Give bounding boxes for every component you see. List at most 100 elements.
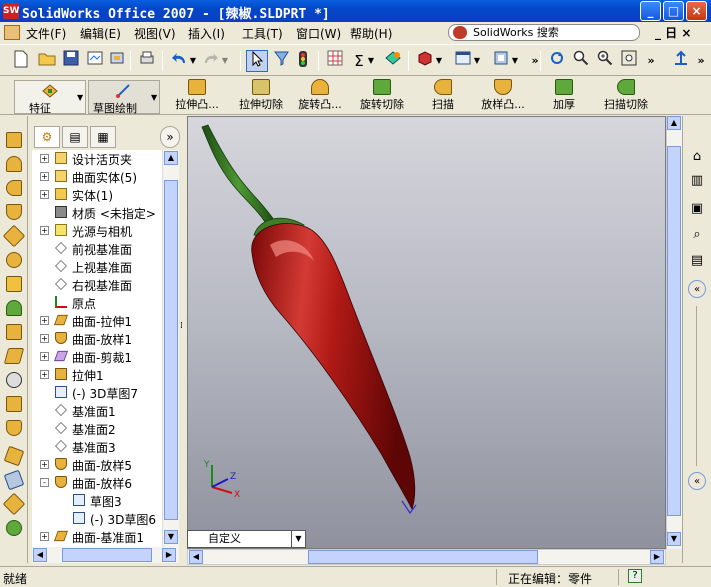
menu-insert[interactable]: 插入(I) <box>188 25 225 42</box>
menu-view[interactable]: 视图(V) <box>134 25 176 42</box>
tree-node[interactable]: (-) 3D草图6 <box>32 510 162 528</box>
solidworks-menu-icon[interactable] <box>4 25 20 40</box>
home-icon[interactable]: ⌂ <box>688 148 706 166</box>
featuremanager-tab[interactable]: ⚙ <box>34 126 60 148</box>
extruded-cut-button[interactable]: 拉伸切除 <box>232 79 290 112</box>
configurationmanager-tab[interactable]: ▦ <box>90 126 116 148</box>
rotate-view-icon[interactable] <box>546 50 568 72</box>
tree-node[interactable]: 右视基准面 <box>32 276 162 294</box>
close-button[interactable]: × <box>686 1 707 21</box>
swept-cut-button[interactable]: 扫描切除 <box>598 79 654 112</box>
file-explorer-icon[interactable]: ▣ <box>688 200 706 218</box>
open-folder-icon[interactable] <box>36 50 58 72</box>
redo-dropdown-icon[interactable]: ▼ <box>220 50 230 72</box>
scroll-down-icon[interactable]: ▼ <box>164 530 178 544</box>
toolbar-overflow-icon[interactable]: » <box>690 50 711 72</box>
expand-node-icon[interactable]: + <box>40 460 49 469</box>
dome-icon[interactable] <box>6 396 22 412</box>
scroll-right-icon[interactable]: ▶ <box>162 548 176 562</box>
view-orientation-icon[interactable] <box>452 50 474 72</box>
chamfer-icon[interactable] <box>6 252 22 268</box>
expand-node-icon[interactable]: + <box>40 154 49 163</box>
loft-side-icon[interactable] <box>6 204 22 220</box>
shape-icon[interactable] <box>6 420 22 436</box>
tree-node[interactable]: + 曲面-放样1 <box>32 330 162 348</box>
tree-node[interactable]: + 实体(1) <box>32 186 162 204</box>
menu-file[interactable]: 文件(F) <box>26 25 66 42</box>
redo-icon[interactable] <box>200 50 222 72</box>
hscroll-right-icon[interactable]: ▶ <box>650 550 664 564</box>
make-drawing-icon[interactable] <box>84 50 106 72</box>
expand-node-icon[interactable]: + <box>40 190 49 199</box>
sum-dropdown-icon[interactable]: ▼ <box>366 50 376 72</box>
linear-pattern-icon[interactable] <box>3 445 25 467</box>
vscroll-up-icon[interactable]: ▲ <box>667 116 681 130</box>
features-tab-button[interactable]: 特征 ▼ <box>14 80 86 115</box>
expand-task-pane-icon[interactable]: « <box>688 472 706 490</box>
graphics-area[interactable]: Y X Z <box>187 116 666 549</box>
sweep-button[interactable]: 扫描 <box>426 79 460 112</box>
tree-node[interactable]: 基准面1 <box>32 402 162 420</box>
sketch-tab-button[interactable]: 草图绘制 ▼ <box>88 80 160 115</box>
vscroll-down-icon[interactable]: ▼ <box>667 532 681 546</box>
expand-node-icon[interactable]: + <box>40 370 49 379</box>
features-dropdown-icon[interactable]: ▼ <box>77 93 83 102</box>
undo-dropdown-icon[interactable]: ▼ <box>188 50 198 72</box>
tree-node[interactable]: 前视基准面 <box>32 240 162 258</box>
hole-icon[interactable] <box>6 372 22 388</box>
minimize-button[interactable]: _ <box>640 1 661 21</box>
tree-node[interactable]: 原点 <box>32 294 162 312</box>
tree-horizontal-scrollbar[interactable]: ◀ ▶ <box>32 547 179 563</box>
collapse-panel-button[interactable]: » <box>160 126 180 148</box>
vscroll-thumb[interactable] <box>667 146 681 516</box>
library-icon[interactable]: ▥ <box>688 172 706 190</box>
search-input[interactable]: SolidWorks 搜索 <box>448 24 640 41</box>
new-document-icon[interactable] <box>10 50 32 72</box>
tree-node[interactable]: + 曲面实体(5) <box>32 168 162 186</box>
tree-node[interactable]: + 曲面-剪裁1 <box>32 348 162 366</box>
menu-help[interactable]: 帮助(H) <box>350 25 392 42</box>
revolved-boss-button[interactable]: 旋转凸... <box>292 79 348 112</box>
zoom-to-area-icon[interactable] <box>570 50 592 72</box>
select-pointer-icon[interactable] <box>246 50 268 72</box>
menu-window[interactable]: 窗口(W) <box>296 25 341 42</box>
tree-vertical-scrollbar[interactable]: ▲ ▼ <box>162 150 179 547</box>
graphics-vertical-scrollbar[interactable]: ▲ ▼ <box>666 116 682 549</box>
hscroll-left-icon[interactable]: ◀ <box>189 550 203 564</box>
extruded-boss-button[interactable]: 拉伸凸... <box>168 79 226 112</box>
chili-pepper-model[interactable]: Y X Z <box>188 117 666 549</box>
mirror-icon[interactable] <box>2 492 26 516</box>
toolbar-overflow-icon[interactable]: » <box>524 50 546 72</box>
normal-to-icon[interactable] <box>670 50 692 72</box>
rebuild-icon[interactable] <box>292 50 314 72</box>
help-icon[interactable]: ? <box>628 569 642 583</box>
toolbar-overflow-icon[interactable]: » <box>640 50 662 72</box>
expand-node-icon[interactable]: + <box>40 532 49 541</box>
save-icon[interactable] <box>60 50 82 72</box>
tree-node[interactable]: 上视基准面 <box>32 258 162 276</box>
configuration-dropdown-icon[interactable]: ▼ <box>291 531 305 547</box>
draft-icon[interactable] <box>6 300 22 316</box>
menu-tools[interactable]: 工具(T) <box>242 25 283 42</box>
loft-boss-button[interactable]: 放样凸... <box>474 79 532 112</box>
tree-hscroll-thumb[interactable] <box>62 548 152 562</box>
configuration-select[interactable]: 自定义 ▼ <box>187 530 306 548</box>
tree-node[interactable]: + 光源与相机 <box>32 222 162 240</box>
thicken-button[interactable]: 加厚 <box>548 79 580 112</box>
revolve-icon[interactable] <box>6 156 22 172</box>
hide-show-icon[interactable] <box>490 50 512 72</box>
rib-icon[interactable] <box>6 324 22 340</box>
tree-node[interactable]: + 设计活页夹 <box>32 150 162 168</box>
wrap-icon[interactable] <box>3 348 25 364</box>
tree-node[interactable]: 基准面2 <box>32 420 162 438</box>
sweep-side-icon[interactable] <box>6 180 22 196</box>
view-palette-icon[interactable]: ▤ <box>688 252 706 270</box>
collapse-node-icon[interactable]: - <box>40 478 49 487</box>
scroll-left-icon[interactable]: ◀ <box>33 548 47 562</box>
select-filter-icon[interactable] <box>270 50 292 72</box>
reference-plane-icon[interactable] <box>3 469 25 491</box>
panel-splitter-handle[interactable]: ⁞ <box>180 320 186 344</box>
tree-node[interactable]: 草图3 <box>32 492 162 510</box>
hscroll-thumb[interactable] <box>308 550 538 564</box>
fillet-icon[interactable] <box>2 224 26 248</box>
